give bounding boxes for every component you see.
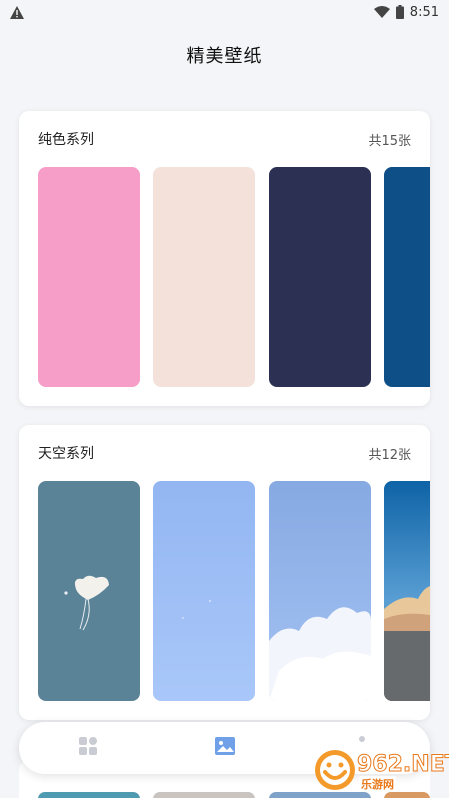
thumbnail-row[interactable] xyxy=(38,481,430,701)
section-count[interactable]: 共15张 xyxy=(368,130,411,149)
wallpaper-thumbnail[interactable] xyxy=(153,481,255,701)
status-bar: 8:51 xyxy=(0,0,449,24)
status-time: 8:51 xyxy=(409,4,439,20)
warning-icon xyxy=(10,5,24,19)
wallpaper-thumbnail[interactable] xyxy=(384,167,430,387)
wifi-icon xyxy=(373,6,390,18)
image-icon xyxy=(214,736,236,760)
wallpaper-thumbnail[interactable] xyxy=(153,167,255,387)
status-icons: 8:51 xyxy=(373,4,439,20)
wallpaper-thumbnail[interactable] xyxy=(269,481,371,701)
wallpaper-thumbnail[interactable] xyxy=(269,167,371,387)
wallpaper-thumbnail[interactable] xyxy=(38,167,140,387)
section-count[interactable]: 共12张 xyxy=(368,444,411,463)
nav-wallpaper[interactable] xyxy=(195,722,255,774)
watermark-logo: 962.NET 乐游网 xyxy=(311,748,449,794)
section-header: 天空系列 共12张 xyxy=(19,425,430,481)
watermark-main: 962.NET xyxy=(357,752,449,778)
section-card-sky[interactable]: 天空系列 共12张 xyxy=(19,425,430,720)
section-card-solid[interactable]: 纯色系列 共15张 xyxy=(19,111,430,406)
section-title: 纯色系列 xyxy=(38,132,94,148)
section-title: 天空系列 xyxy=(38,446,94,462)
section-header: 纯色系列 共15张 xyxy=(19,111,430,167)
wallpaper-thumbnail xyxy=(153,792,255,798)
wallpaper-thumbnail[interactable] xyxy=(38,481,140,701)
battery-icon xyxy=(395,5,404,19)
watermark-sub: 乐游网 xyxy=(359,776,396,792)
wallpaper-thumbnail[interactable] xyxy=(384,481,430,701)
thumbnail-row[interactable] xyxy=(38,167,430,387)
smile-logo-icon xyxy=(315,750,355,790)
grid-icon xyxy=(78,736,98,760)
page-title: 精美壁纸 xyxy=(186,46,263,67)
wallpaper-thumbnail xyxy=(38,792,140,798)
nav-home[interactable] xyxy=(58,722,118,774)
